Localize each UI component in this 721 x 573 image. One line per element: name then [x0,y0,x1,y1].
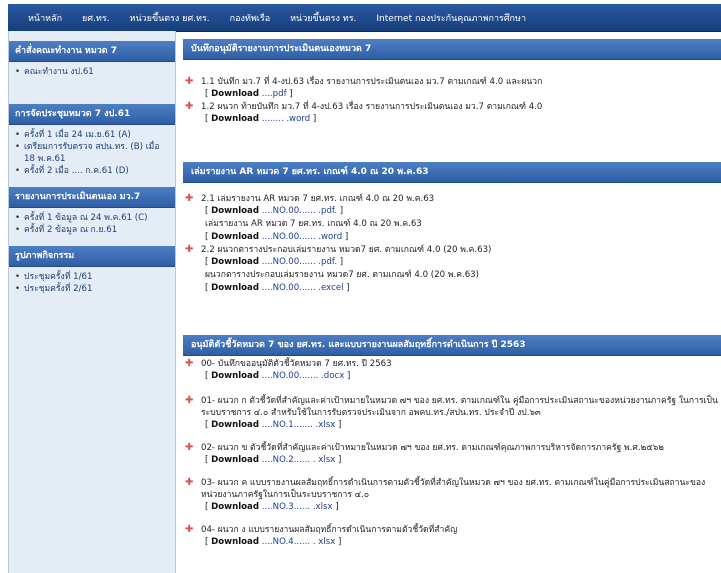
sidebar-link[interactable]: ครั้งที่ 1 ข้อมูล ณ 24 พ.ค.61 (C) [15,212,173,224]
sidebar-link[interactable]: ครั้งที่ 2 เมื่อ .... ก.ค.61 (D) [15,165,173,177]
list-item: ✚ 00- บันทึกขออนุมัติตัวชี้วัดหมวด 7 ยศ.… [185,358,392,370]
sidebar-heading: รูปภาพกิจกรรม [9,246,175,267]
list-item: ✚ 2.2 ผนวกตารางประกอบเล่มรายงาน หมวด7 ยศ… [185,244,492,256]
download-link[interactable]: [ Download ....pdf ] [183,88,721,101]
red-diamond-icon: ✚ [185,193,194,204]
download-link[interactable]: [ Download ....NO.2...... . xlsx ] [183,454,721,467]
download-link[interactable]: [ Download ....NO.00...... .word ] [183,231,721,244]
download-link[interactable]: [ Download ....NO.3...... .xlsx ] [183,501,721,514]
section-indicators: อนุมัติตัวชี้วัดหมวด 7 ของ ยศ.ทร. และแบบ… [183,335,721,549]
sidebar-block-meetings: การจัดประชุมหมวด 7 งป.61 ครั้งที่ 1 เมื่… [9,104,175,177]
section-ar-report: เล่มรายงาน AR หมวด 7 ยศ.ทร. เกณฑ์ 4.0 ณ … [183,162,721,295]
sidebar-link[interactable]: ประชุมครั้งที่ 2/61 [15,283,173,295]
download-link[interactable]: [ Download ........ .word ] [183,113,721,126]
page-frame: คำสั่งคณะทำงาน หมวด 7 คณะทำงาน งป.61 การ… [8,31,721,573]
sidebar-link[interactable]: ครั้งที่ 1 เมื่อ 24 เม.ย.61 (A) [15,129,173,141]
sub-item-text: ผนวกตารางประกอบเล่มรายงาน หมวด7 ยศ. ตามเ… [205,270,479,280]
list-item: ✚ 1.1 บันทึก มว.7 ที่ 4-งป.63 เรื่อง ราย… [185,76,543,88]
sidebar-block-reports: รายงานการประเมินตนเอง มว.7 ครั้งที่ 1 ข้… [9,187,175,236]
nav-navy-subunits[interactable]: หน่วยขึ้นตรง ทร. [280,11,366,25]
section-heading: เล่มรายงาน AR หมวด 7 ยศ.ทร. เกณฑ์ 4.0 ณ … [183,162,721,183]
nav-home[interactable]: หน้าหลัก [8,11,72,25]
download-link[interactable]: [ Download ....NO.1....... .xlsx ] [183,419,721,432]
sidebar-link[interactable]: ครั้งที่ 2 ข้อมูล ณ ก.ย.61 [15,224,173,236]
download-link[interactable]: [ Download ....NO.00...... .pdf. ] [183,205,721,218]
red-diamond-icon: ✚ [185,358,194,369]
sub-item-text: เล่มรายงาน AR หมวด 7 ยศ.ทร. เกณฑ์ 4.0 ณ … [205,219,422,229]
sidebar-link[interactable]: ประชุมครั้งที่ 1/61 [15,271,173,283]
nav-internet-qa[interactable]: Internet กองประกันคุณภาพการศึกษา [366,11,536,25]
list-item: ✚ 2.1 เล่มรายงาน AR หมวด 7 ยศ.ทร. เกณฑ์ … [185,193,435,205]
section-heading: อนุมัติตัวชี้วัดหมวด 7 ของ ยศ.ทร. และแบบ… [183,335,721,356]
red-diamond-icon: ✚ [185,477,194,488]
list-item: ✚ 01- ผนวก ก ตัวชี้วัดที่สำคัญและค่าเป้า… [185,395,718,419]
sidebar-heading: รายงานการประเมินตนเอง มว.7 [9,187,175,208]
list-item: ✚ 03- ผนวก ค แบบรายงานผลสัมฤทธิ์การดำเนิ… [185,477,706,501]
red-diamond-icon: ✚ [185,442,194,453]
sidebar: คำสั่งคณะทำงาน หมวด 7 คณะทำงาน งป.61 การ… [9,31,176,573]
red-diamond-icon: ✚ [185,244,194,255]
red-diamond-icon: ✚ [185,76,194,87]
list-item: ✚ 04- ผนวก ง แบบรายงานผลสัมฤทธิ์การดำเนิ… [185,524,458,536]
nav-navy[interactable]: กองทัพเรือ [220,11,280,25]
download-link[interactable]: [ Download ....NO.00....... .docx ] [183,370,721,383]
download-link[interactable]: [ Download ....NO.00...... .pdf. ] [183,256,721,269]
sidebar-heading: คำสั่งคณะทำงาน หมวด 7 [9,41,175,62]
download-link[interactable]: [ Download ....NO.00...... .excel ] [183,282,721,295]
sidebar-link[interactable]: คณะทำงาน งป.61 [15,66,173,78]
red-diamond-icon: ✚ [185,395,194,406]
main-content: บันทึกอนุมัติรายงานการประเมินตนเองหมวด 7… [183,31,721,573]
red-diamond-icon: ✚ [185,101,194,112]
sidebar-block-orders: คำสั่งคณะทำงาน หมวด 7 คณะทำงาน งป.61 [9,41,175,78]
red-diamond-icon: ✚ [185,524,194,535]
list-item: ✚ 1.2 ผนวก ท้ายบันทึก มว.7 ที่ 4-งป.63 เ… [185,101,543,113]
top-navigation: หน้าหลัก ยศ.ทร. หน่วยขึ้นตรง ยศ.ทร. กองท… [8,4,721,32]
sidebar-heading: การจัดประชุมหมวด 7 งป.61 [9,104,175,125]
list-item: ✚ 02- ผนวก ข ตัวชี้วัดที่สำคัญและค่าเป้า… [185,442,664,454]
nav-subunits[interactable]: หน่วยขึ้นตรง ยศ.ทร. [120,11,220,25]
download-link[interactable]: [ Download ....NO.4...... . xlsx ] [183,536,721,549]
nav-yor-sor-tor-ror[interactable]: ยศ.ทร. [72,11,119,25]
section-heading: บันทึกอนุมัติรายงานการประเมินตนเองหมวด 7 [183,39,721,60]
sidebar-link[interactable]: เตรียมการรับตรวจ สปน.ทร. (B) เมื่อ 18 พ.… [15,141,173,165]
section-approval: บันทึกอนุมัติรายงานการประเมินตนเองหมวด 7… [183,39,721,126]
sidebar-block-photos: รูปภาพกิจกรรม ประชุมครั้งที่ 1/61 ประชุม… [9,246,175,295]
